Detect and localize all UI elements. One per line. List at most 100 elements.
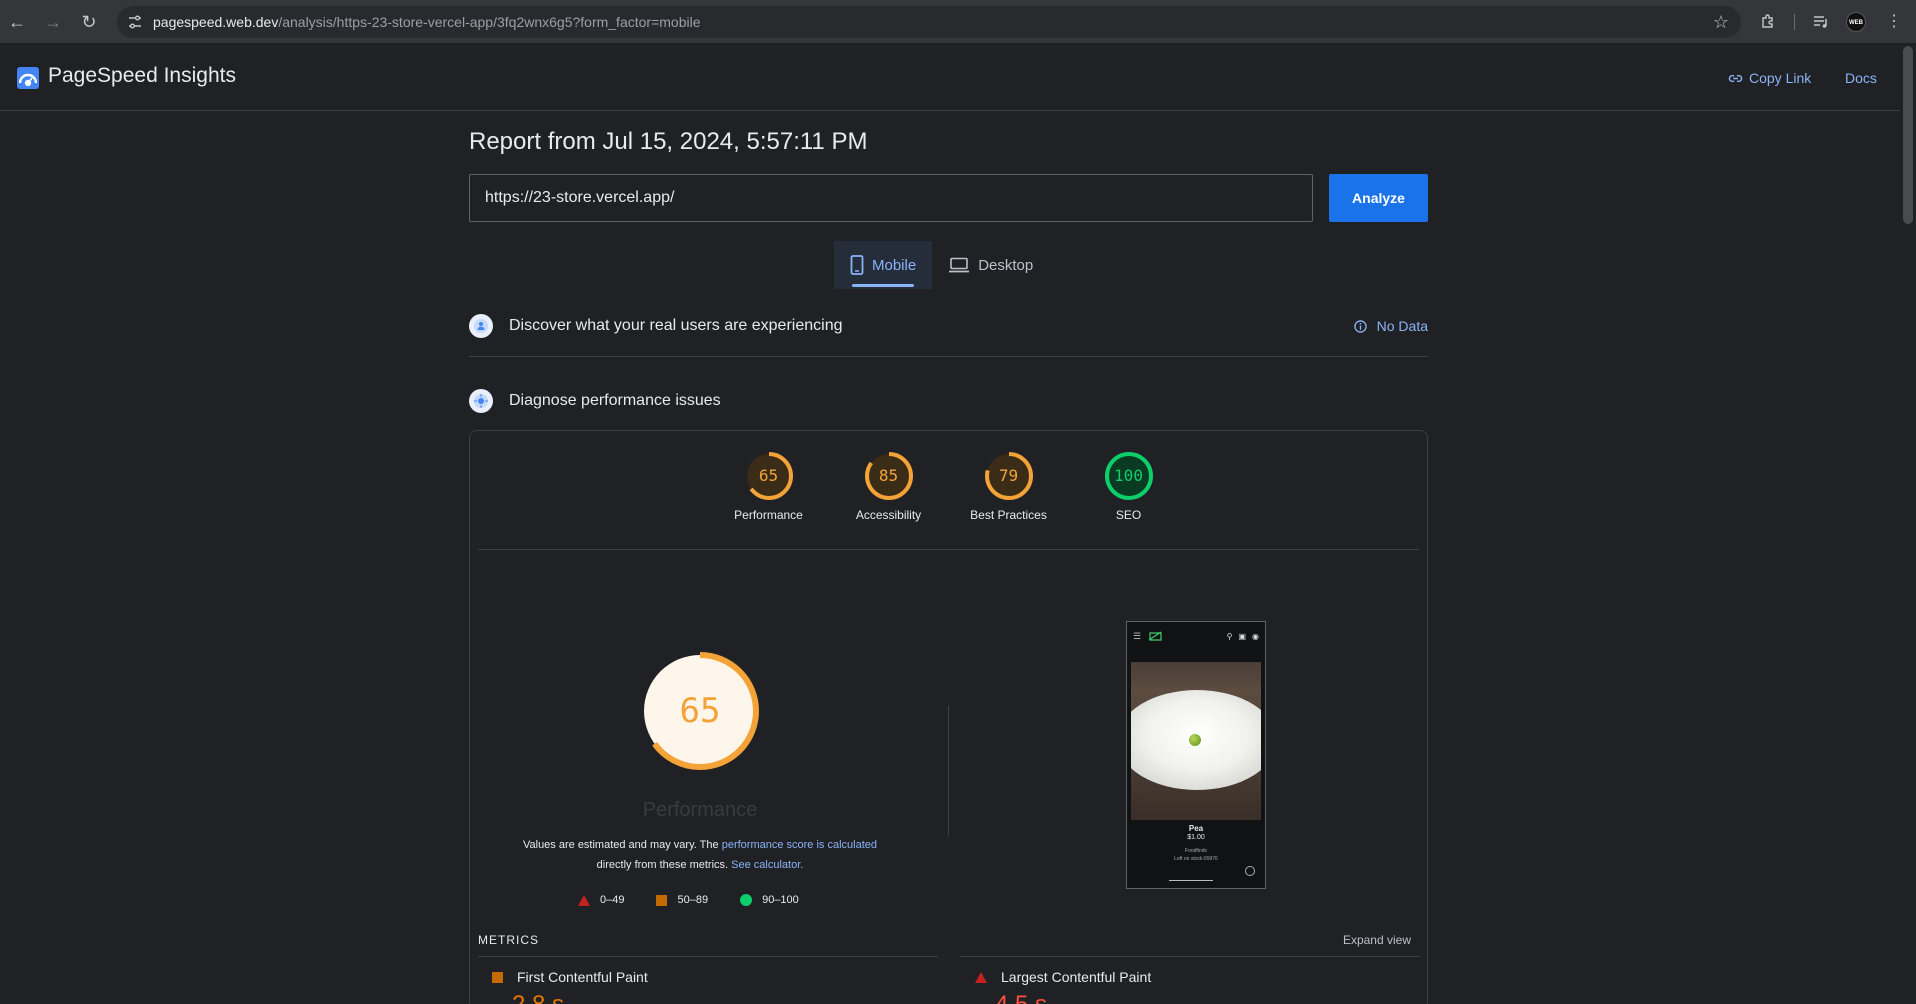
product-image	[1131, 662, 1261, 820]
metric-lcp: Largest Contentful Paint	[975, 969, 1151, 985]
metric-fcp-label: First Contentful Paint	[517, 969, 648, 985]
bookmark-star-icon[interactable]: ☆	[1713, 12, 1729, 33]
copy-link-label: Copy Link	[1749, 70, 1812, 86]
metrics-divider-right	[960, 956, 1420, 957]
real-users-section[interactable]: Discover what your real users are experi…	[469, 314, 1428, 338]
link-icon	[1728, 74, 1743, 82]
info-icon	[1353, 319, 1367, 333]
gauge-score: 65	[758, 466, 779, 485]
search-icon: ⚲	[1226, 631, 1233, 641]
real-users-title: Discover what your real users are experi…	[509, 317, 843, 334]
section-divider	[469, 356, 1428, 357]
laptop-icon	[949, 257, 970, 273]
tab-mobile[interactable]: Mobile	[834, 241, 933, 289]
lighthouse-lab-icon	[469, 389, 493, 413]
back-icon[interactable]: ←	[6, 11, 28, 33]
site-settings-icon[interactable]	[127, 14, 143, 30]
profile-avatar[interactable]: WEB	[1846, 12, 1866, 32]
legend-average-range: 50–89	[677, 894, 709, 906]
gauge-score: 79	[998, 466, 1019, 485]
leaf-logo-icon	[1148, 631, 1162, 641]
gauge-ring: 79	[984, 451, 1034, 501]
reload-icon[interactable]: ↻	[78, 11, 100, 33]
expand-view-button[interactable]: Expand view	[1343, 933, 1411, 947]
triangle-icon	[578, 894, 590, 906]
metric-lcp-label: Largest Contentful Paint	[1001, 969, 1152, 985]
legend-good-range: 90–100	[762, 894, 799, 906]
media-control-icon[interactable]	[1810, 11, 1832, 33]
lighthouse-report-card: 65 Performance 85 Accessibility 79 Best Pract…	[469, 430, 1428, 1004]
score-legend: 0–49 50–89 90–100	[578, 894, 831, 906]
category-gauges: 65 Performance 85 Accessibility 79 Best Pract…	[470, 451, 1427, 522]
page-scrollbar[interactable]	[1900, 44, 1916, 1004]
psi-header: PageSpeed Insights Copy Link Docs	[0, 44, 1900, 111]
user-icon: ◉	[1252, 631, 1259, 641]
address-url[interactable]: pagespeed.web.dev/analysis/https-23-stor…	[153, 14, 700, 30]
report-title: Report from Jul 15, 2024, 5:57:11 PM	[469, 128, 868, 155]
performance-label: Performance	[642, 799, 758, 821]
analyze-button[interactable]: Analyze	[1329, 174, 1428, 222]
estimate-text-1: Values are estimated and may vary. The	[522, 839, 722, 851]
no-data-indicator[interactable]: No Data	[1353, 318, 1428, 334]
phone-navbar: ☰ ⚲ ▣ ◉	[1127, 622, 1265, 650]
tab-desktop[interactable]: Desktop	[932, 241, 1049, 289]
url-input[interactable]	[469, 174, 1313, 222]
forward-icon[interactable]: →	[42, 11, 64, 33]
gauge-seo[interactable]: 100 SEO	[1079, 451, 1179, 522]
product-category: Foodfinds	[1185, 848, 1207, 854]
copy-link-button[interactable]: Copy Link	[1728, 70, 1811, 86]
gauge-ring: 100	[1104, 451, 1154, 501]
docs-link[interactable]: Docs	[1845, 70, 1877, 86]
gauge-ring: 65	[744, 451, 794, 501]
phone-button-outline	[1169, 878, 1213, 881]
metrics-heading: METRICS	[478, 933, 539, 947]
legend-average: 50–89	[656, 894, 708, 906]
address-bar[interactable]: pagespeed.web.dev/analysis/https-23-stor…	[117, 6, 1741, 38]
scrollbar-thumb[interactable]	[1903, 46, 1913, 224]
tab-desktop-label: Desktop	[978, 256, 1034, 274]
gauge-label: Best Practices	[970, 508, 1047, 522]
gauge-label: SEO	[1115, 508, 1142, 522]
gauge-label: Performance	[734, 508, 803, 522]
gauge-label: Accessibility	[855, 508, 922, 522]
smartphone-icon	[850, 255, 864, 275]
metric-fcp: First Contentful Paint	[492, 969, 648, 985]
vertical-divider	[948, 706, 949, 836]
form-factor-tabs: Mobile Desktop	[834, 241, 1049, 289]
gauge-accessibility[interactable]: 85 Accessibility	[839, 451, 939, 522]
final-screenshot[interactable]: ☰ ⚲ ▣ ◉ Pea $1.00 Foodfinds Left on stoc…	[1126, 621, 1266, 889]
pea-shape	[1189, 734, 1201, 746]
estimate-text-2: directly from these metrics.	[596, 859, 732, 871]
gauge-best-practices[interactable]: 79 Best Practices	[959, 451, 1059, 522]
url-host: pagespeed.web.dev	[153, 14, 279, 30]
triangle-icon	[975, 971, 987, 983]
circle-icon	[740, 894, 753, 906]
performance-big-gauge: 65	[640, 651, 760, 771]
legend-poor-range: 0–49	[600, 894, 625, 906]
see-calculator-link[interactable]: See calculator.	[731, 859, 803, 871]
extensions-icon[interactable]	[1757, 11, 1779, 33]
metric-lcp-value: 4.5 s	[995, 991, 1047, 1004]
gauge-score: 85	[878, 466, 899, 485]
brand-title[interactable]: PageSpeed Insights	[48, 64, 236, 88]
product-name: Pea	[1188, 824, 1204, 833]
square-icon	[492, 971, 503, 983]
product-price: $1.00	[1187, 834, 1205, 841]
gauges-divider	[478, 549, 1419, 550]
legend-poor: 0–49	[578, 894, 624, 906]
pagespeed-logo-icon[interactable]	[16, 66, 40, 90]
product-stock: Left on stock:99976	[1174, 856, 1218, 862]
metric-fcp-value: 2.8 s	[512, 991, 564, 1004]
gauge-score: 100	[1114, 466, 1143, 485]
performance-score: 65	[679, 691, 721, 731]
tab-mobile-label: Mobile	[872, 256, 917, 274]
diagnose-title: Diagnose performance issues	[509, 392, 721, 409]
no-data-label: No Data	[1376, 318, 1428, 334]
url-path: /analysis/https-23-store-vercel-app/3fq2…	[278, 14, 701, 30]
more-menu-icon[interactable]: ⋮	[1883, 11, 1905, 33]
metrics-divider-left	[478, 956, 938, 957]
browser-toolbar: ← → ↻ pagespeed.web.dev/analysis/https-2…	[0, 0, 1916, 44]
score-calculated-link[interactable]: performance score is calculated	[722, 839, 877, 851]
crux-users-icon	[469, 314, 493, 338]
gauge-performance[interactable]: 65 Performance	[719, 451, 819, 522]
